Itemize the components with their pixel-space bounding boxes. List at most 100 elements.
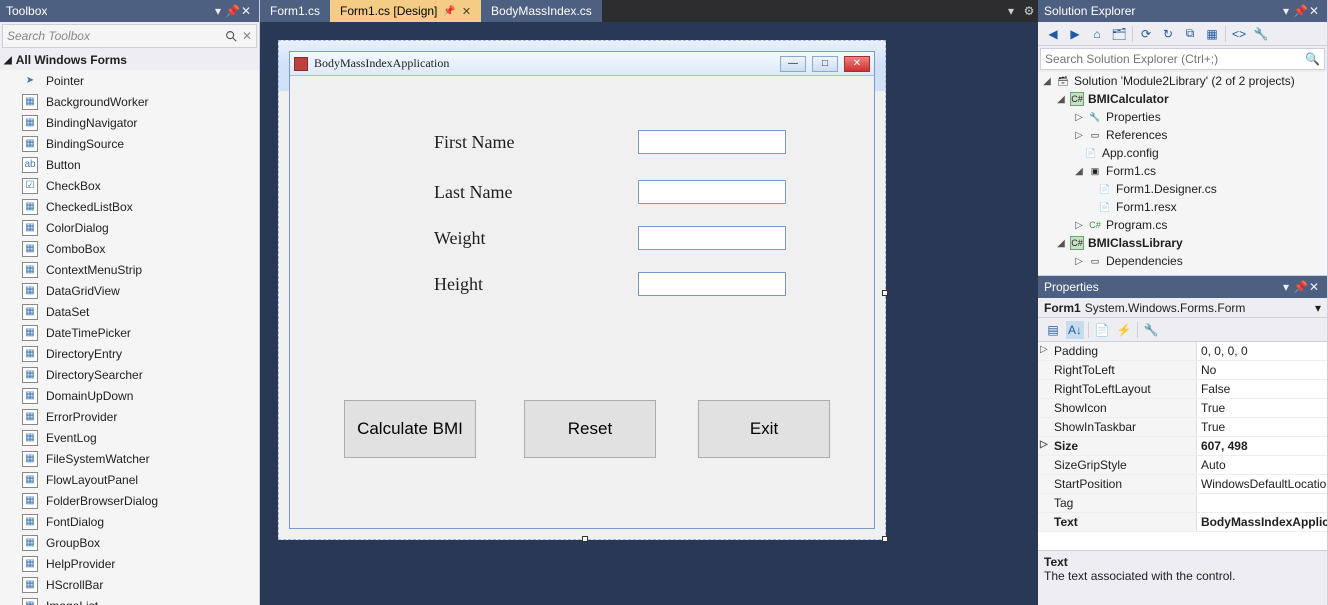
toolbox-item[interactable]: ▦DataGridView xyxy=(0,280,259,301)
collapse-icon[interactable]: ◢ xyxy=(1074,166,1084,177)
node-form1-resx[interactable]: 📄Form1.resx xyxy=(1038,198,1327,216)
toolbox-item[interactable]: abButton xyxy=(0,154,259,175)
toolbox-tree[interactable]: ◢ All Windows Forms ➤Pointer▦BackgroundW… xyxy=(0,50,259,605)
toolbox-category[interactable]: ◢ All Windows Forms xyxy=(0,50,259,70)
node-form1-designer[interactable]: 📄Form1.Designer.cs xyxy=(1038,180,1327,198)
resize-handle-s[interactable] xyxy=(582,536,588,542)
forward-icon[interactable]: ▶ xyxy=(1066,25,1084,43)
winform[interactable]: BodyMassIndexApplication — □ ✕ First Nam… xyxy=(289,51,875,529)
toolbox-search-input[interactable] xyxy=(7,29,224,43)
toolbox-item[interactable]: ▦ErrorProvider xyxy=(0,406,259,427)
close-icon[interactable]: ✕ xyxy=(462,5,471,18)
toolbox-search[interactable]: ✕ xyxy=(2,24,257,48)
reset-button[interactable]: Reset xyxy=(524,400,656,458)
node-properties[interactable]: ▷🔧Properties xyxy=(1038,108,1327,126)
collapse-icon[interactable]: ◢ xyxy=(1056,238,1066,249)
project-bmiclasslibrary[interactable]: ◢ C# BMIClassLibrary xyxy=(1038,234,1327,252)
label-height[interactable]: Height xyxy=(434,274,483,295)
toolbox-item[interactable]: ▦DateTimePicker xyxy=(0,322,259,343)
resize-handle-e[interactable] xyxy=(882,290,888,296)
toolbox-item[interactable]: ▦ColorDialog xyxy=(0,217,259,238)
property-row[interactable]: ShowIconTrue xyxy=(1038,399,1327,418)
refresh-icon[interactable]: ↻ xyxy=(1159,25,1177,43)
node-form1-cs[interactable]: ◢▣Form1.cs xyxy=(1038,162,1327,180)
project-bmicalculator[interactable]: ◢ C# BMICalculator xyxy=(1038,90,1327,108)
property-row[interactable]: StartPositionWindowsDefaultLocation xyxy=(1038,475,1327,494)
design-surface[interactable]: BodyMassIndexApplication — □ ✕ First Nam… xyxy=(260,22,1038,605)
toolbox-item[interactable]: ▦CheckedListBox xyxy=(0,196,259,217)
minimize-icon[interactable]: — xyxy=(780,56,806,72)
tab-form-cs[interactable]: Form1.cs xyxy=(260,0,330,22)
expand-icon[interactable]: ▷ xyxy=(1040,439,1048,450)
input-weight[interactable] xyxy=(638,226,786,250)
node-references[interactable]: ▷▭References xyxy=(1038,126,1327,144)
node-dependencies[interactable]: ▷▭Dependencies xyxy=(1038,252,1327,270)
tab-form-design[interactable]: Form1.cs [Design] 📌 ✕ xyxy=(330,0,481,22)
close-icon[interactable]: ✕ xyxy=(1307,280,1321,294)
toolbox-item[interactable]: ▦FlowLayoutPanel xyxy=(0,469,259,490)
dropdown-icon[interactable]: ▾ xyxy=(1315,301,1321,315)
toolbox-item[interactable]: ▦DataSet xyxy=(0,301,259,322)
property-value[interactable] xyxy=(1197,494,1327,512)
toolbox-item[interactable]: ▦ImageList xyxy=(0,595,259,605)
properties-object-selector[interactable]: Form1 System.Windows.Forms.Form ▾ xyxy=(1038,298,1327,318)
calculate-button[interactable]: Calculate BMI xyxy=(344,400,476,458)
switch-view-icon[interactable]: 🗂 xyxy=(1110,25,1128,43)
gear-icon[interactable]: ⚙ xyxy=(1020,4,1038,18)
input-height[interactable] xyxy=(638,272,786,296)
expand-icon[interactable]: ▷ xyxy=(1040,344,1048,355)
show-all-icon[interactable]: ▦ xyxy=(1203,25,1221,43)
wrench-icon[interactable]: 🔧 xyxy=(1142,321,1160,339)
code-icon[interactable]: <> xyxy=(1230,25,1248,43)
close-icon[interactable]: ✕ xyxy=(844,56,870,72)
label-firstname[interactable]: First Name xyxy=(434,132,515,153)
back-icon[interactable]: ◀ xyxy=(1044,25,1062,43)
toolbox-item[interactable]: ▦FolderBrowserDialog xyxy=(0,490,259,511)
expand-icon[interactable]: ▷ xyxy=(1074,112,1084,123)
property-value[interactable]: WindowsDefaultLocation xyxy=(1197,475,1327,493)
property-row[interactable]: ▷Size607, 498 xyxy=(1038,437,1327,456)
node-program-cs[interactable]: ▷C#Program.cs xyxy=(1038,216,1327,234)
solution-explorer-search[interactable]: 🔍 xyxy=(1040,48,1325,70)
properties-grid[interactable]: ▷Padding0, 0, 0, 0RightToLeftNoRightToLe… xyxy=(1038,342,1327,550)
sync-icon[interactable]: ⟳ xyxy=(1137,25,1155,43)
property-row[interactable]: TextBodyMassIndexApplication xyxy=(1038,513,1327,532)
property-row[interactable]: ▷Padding0, 0, 0, 0 xyxy=(1038,342,1327,361)
resize-handle-se[interactable] xyxy=(882,536,888,542)
close-icon[interactable]: ✕ xyxy=(1307,4,1321,18)
expand-icon[interactable]: ▷ xyxy=(1074,220,1084,231)
property-row[interactable]: RightToLeftNo xyxy=(1038,361,1327,380)
property-row[interactable]: RightToLeftLayoutFalse xyxy=(1038,380,1327,399)
toolbox-item[interactable]: ▦FileSystemWatcher xyxy=(0,448,259,469)
property-row[interactable]: Tag xyxy=(1038,494,1327,513)
property-row[interactable]: ShowInTaskbarTrue xyxy=(1038,418,1327,437)
exit-button[interactable]: Exit xyxy=(698,400,830,458)
toolbox-item[interactable]: ▦BackgroundWorker xyxy=(0,91,259,112)
property-value[interactable]: 607, 498 xyxy=(1197,437,1327,455)
pin-icon[interactable]: 📌 xyxy=(1293,4,1307,18)
clear-icon[interactable]: ✕ xyxy=(238,29,252,43)
toolbox-item[interactable]: ▦ComboBox xyxy=(0,238,259,259)
close-icon[interactable]: ✕ xyxy=(239,4,253,18)
toolbox-item[interactable]: ▦BindingSource xyxy=(0,133,259,154)
toolbox-item[interactable]: ▦EventLog xyxy=(0,427,259,448)
expand-icon[interactable]: ▷ xyxy=(1074,256,1084,267)
property-value[interactable]: 0, 0, 0, 0 xyxy=(1197,342,1327,360)
property-value[interactable]: False xyxy=(1197,380,1327,398)
toolbox-item[interactable]: ▦DirectoryEntry xyxy=(0,343,259,364)
collapse-icon[interactable]: ◢ xyxy=(1056,94,1066,105)
toolbox-item[interactable]: ▦GroupBox xyxy=(0,532,259,553)
property-value[interactable]: Auto xyxy=(1197,456,1327,474)
toolbox-item[interactable]: ▦HScrollBar xyxy=(0,574,259,595)
tab-bmi-cs[interactable]: BodyMassIndex.cs xyxy=(481,0,602,22)
categorized-icon[interactable]: ▤ xyxy=(1044,321,1062,339)
home-icon[interactable]: ⌂ xyxy=(1088,25,1106,43)
label-weight[interactable]: Weight xyxy=(434,228,486,249)
collapse-icon[interactable]: ◢ xyxy=(1042,76,1052,87)
expand-icon[interactable]: ▷ xyxy=(1074,130,1084,141)
maximize-icon[interactable]: □ xyxy=(812,56,838,72)
pin-icon[interactable]: 📌 xyxy=(225,4,239,18)
winform-selection[interactable]: BodyMassIndexApplication — □ ✕ First Nam… xyxy=(278,40,886,540)
solution-tree[interactable]: ◢ 🗃 Solution 'Module2Library' (2 of 2 pr… xyxy=(1038,72,1327,275)
property-row[interactable]: SizeGripStyleAuto xyxy=(1038,456,1327,475)
